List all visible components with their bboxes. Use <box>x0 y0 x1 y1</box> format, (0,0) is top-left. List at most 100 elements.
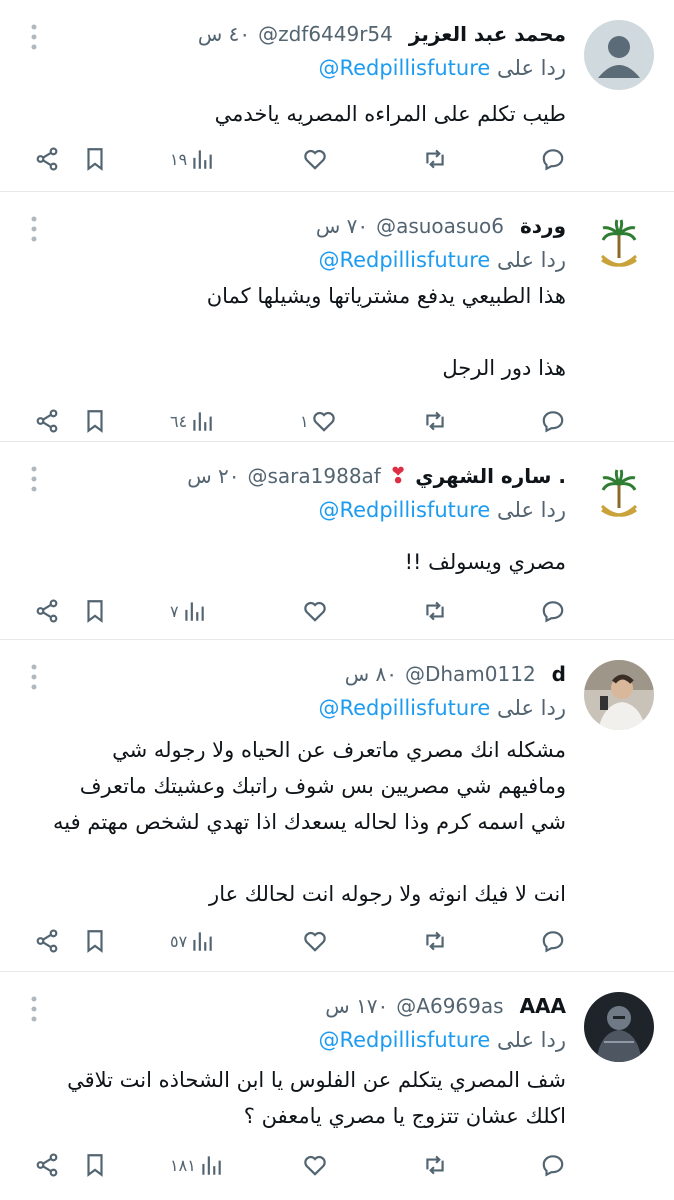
tweet-text-line: هذا الطبيعي يدفع مشترياتها ويشيلها كمان <box>206 284 566 308</box>
views-count: ٧ <box>170 601 179 621</box>
reply-icon <box>542 411 564 433</box>
timestamp[interactable]: ٢٠ س <box>187 464 239 488</box>
avatar-knight-icon[interactable] <box>584 992 654 1062</box>
bookmark-button[interactable] <box>82 404 108 438</box>
views-count: ١٨١ <box>170 1155 196 1175</box>
heart-icon <box>304 602 326 622</box>
replying-to-mention[interactable]: @Redpillisfuture <box>318 498 490 522</box>
replying-to: ردا على @Redpillisfuture <box>318 248 566 272</box>
share-button[interactable] <box>34 594 60 628</box>
display-name[interactable]: d <box>552 662 566 686</box>
reply-button[interactable] <box>540 404 566 438</box>
bookmark-button[interactable] <box>82 1148 108 1182</box>
tweet-text-line: شف المصري يتكلم عن الفلوس يا ابن الشحاذه… <box>67 1068 566 1092</box>
tweet-text: طيب تكلم على المراءه المصريه ياخدمي <box>20 96 566 132</box>
tweet-header: محمد عبد العزيز @zdf6449r54 ٤٠ س <box>60 18 566 50</box>
likes-count: ١ <box>300 411 309 431</box>
tweet-header: وردة @asuoasuo6 ٧٠ س <box>60 210 566 242</box>
user-handle[interactable]: @asuoasuo6 <box>376 214 504 238</box>
more-options-icon[interactable] <box>30 24 38 50</box>
replying-to-label: ردا على <box>497 696 566 720</box>
views-button[interactable]: ١٨١ <box>170 1148 224 1182</box>
avatar-saudi-emblem-icon[interactable] <box>584 212 654 282</box>
share-icon <box>36 1153 58 1177</box>
tweet-text: مصري ويسولف !! <box>20 544 566 580</box>
like-button[interactable] <box>300 1148 328 1182</box>
views-button[interactable]: ٧ <box>170 594 207 628</box>
tweet-text-line: ومافيهم شي مصريين بس شوف راتبك وعشيتك ما… <box>79 774 566 798</box>
like-button[interactable]: ١ <box>300 404 337 438</box>
retweet-button[interactable] <box>420 404 448 438</box>
bookmark-button[interactable] <box>82 142 108 176</box>
bookmark-button[interactable] <box>82 594 108 628</box>
views-button[interactable]: ١٩ <box>170 142 215 176</box>
views-button[interactable]: ٥٧ <box>170 924 215 958</box>
like-button[interactable] <box>300 142 328 176</box>
user-handle[interactable]: @zdf6449r54 <box>258 22 393 46</box>
tweet[interactable]: ساره الشهري . ❣ @sara1988af ٢٠ س ردا على… <box>0 442 674 640</box>
heart-exclamation-icon: ❣ <box>388 463 408 489</box>
retweet-button[interactable] <box>420 142 448 176</box>
display-name[interactable]: ساره الشهري . <box>415 464 566 488</box>
timestamp[interactable]: ١٧٠ س <box>325 994 388 1018</box>
display-name[interactable]: AAA <box>520 994 566 1018</box>
share-button[interactable] <box>34 924 60 958</box>
avatar-saudi-emblem-icon[interactable] <box>584 462 654 532</box>
tweet-text-line: انت لا فيك انوثه ولا رجوله انت لحالك عار <box>209 882 566 906</box>
tweet-text-line: مشكله انك مصري ماتعرف عن الحياه ولا رجول… <box>112 738 566 762</box>
replying-to-mention[interactable]: @Redpillisfuture <box>318 696 490 720</box>
views-button[interactable]: ٦٤ <box>170 404 215 438</box>
tweet[interactable]: d @Dham0112 ٨٠ س ردا على @Redpillisfutur… <box>0 640 674 972</box>
display-name[interactable]: وردة <box>520 214 566 238</box>
bookmark-icon <box>87 930 103 953</box>
share-icon <box>36 147 58 171</box>
timestamp[interactable]: ٨٠ س <box>345 662 397 686</box>
bookmark-button[interactable] <box>82 924 108 958</box>
like-button[interactable] <box>300 594 328 628</box>
reply-button[interactable] <box>540 924 566 958</box>
replying-to: ردا على @Redpillisfuture <box>318 1028 566 1052</box>
reply-icon <box>542 931 564 953</box>
reply-button[interactable] <box>540 1148 566 1182</box>
retweet-icon <box>426 1155 444 1175</box>
retweet-button[interactable] <box>420 594 448 628</box>
user-handle[interactable]: @sara1988af <box>247 464 380 488</box>
tweet[interactable]: محمد عبد العزيز @zdf6449r54 ٤٠ س ردا على… <box>0 0 674 192</box>
share-icon <box>36 409 58 433</box>
user-handle[interactable]: @Dham0112 <box>405 662 536 686</box>
more-options-icon[interactable] <box>30 664 38 690</box>
views-icon <box>184 602 204 621</box>
replying-to-mention[interactable]: @Redpillisfuture <box>318 248 490 272</box>
tweet-text-line: هذا دور الرجل <box>442 356 566 380</box>
reply-button[interactable] <box>540 142 566 176</box>
reply-button[interactable] <box>540 594 566 628</box>
more-options-icon[interactable] <box>30 466 38 492</box>
retweet-icon <box>426 149 444 169</box>
share-icon <box>36 599 58 623</box>
share-button[interactable] <box>34 142 60 176</box>
timestamp[interactable]: ٤٠ س <box>198 22 250 46</box>
more-options-icon[interactable] <box>30 216 38 242</box>
timestamp[interactable]: ٧٠ س <box>316 214 368 238</box>
replying-to-mention[interactable]: @Redpillisfuture <box>318 56 490 80</box>
more-options-icon[interactable] <box>30 996 38 1022</box>
tweet[interactable]: AAA @A6969as ١٧٠ س ردا على @Redpillisfut… <box>0 972 674 1200</box>
views-count: ٦٤ <box>170 411 188 431</box>
like-button[interactable] <box>300 924 328 958</box>
avatar-default-icon[interactable] <box>584 20 654 90</box>
tweet-text: مشكله انك مصري ماتعرف عن الحياه ولا رجول… <box>20 732 566 912</box>
views-icon <box>202 1156 221 1175</box>
display-name[interactable]: محمد عبد العزيز <box>409 22 566 46</box>
retweet-button[interactable] <box>420 924 448 958</box>
user-handle[interactable]: @A6969as <box>396 994 503 1018</box>
avatar-photo-icon[interactable] <box>584 660 654 730</box>
tweet-header: ساره الشهري . ❣ @sara1988af ٢٠ س <box>60 460 566 492</box>
replying-to-mention[interactable]: @Redpillisfuture <box>318 1028 490 1052</box>
share-button[interactable] <box>34 1148 60 1182</box>
retweet-button[interactable] <box>420 1148 448 1182</box>
tweet[interactable]: وردة @asuoasuo6 ٧٠ س ردا على @Redpillisf… <box>0 192 674 442</box>
retweet-icon <box>426 601 444 621</box>
retweet-icon <box>426 411 444 431</box>
tweet-text-line: مصري ويسولف !! <box>404 550 566 574</box>
share-button[interactable] <box>34 404 60 438</box>
